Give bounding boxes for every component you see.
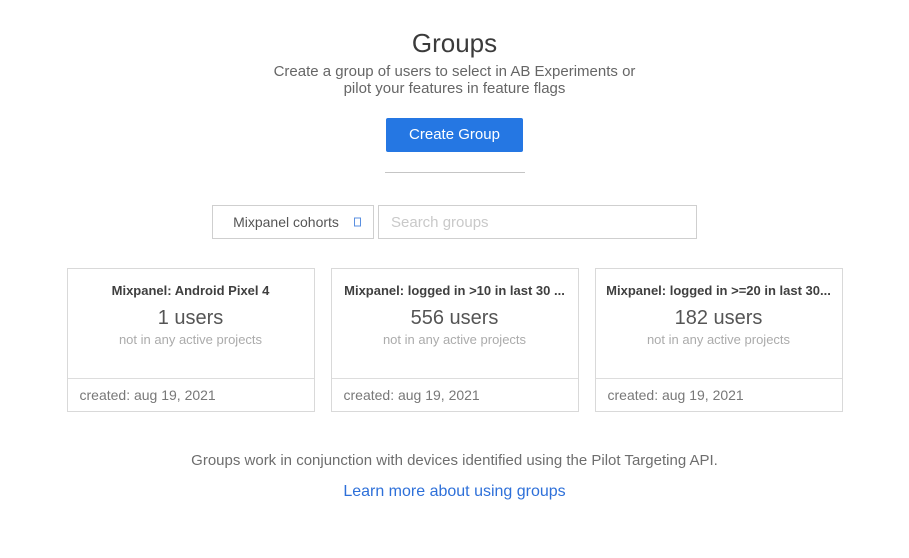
search-groups-input[interactable] [378, 205, 697, 239]
group-cards-row: Mixpanel: Android Pixel 4 1 users not in… [0, 268, 909, 412]
group-projects-status: not in any active projects [68, 332, 314, 348]
page-header: Groups Create a group of users to select… [0, 28, 909, 173]
group-card[interactable]: Mixpanel: logged in >=20 in last 30... 1… [595, 268, 843, 412]
page-subtitle-line1: Create a group of users to select in AB … [0, 63, 909, 80]
group-card-title: Mixpanel: Android Pixel 4 [68, 282, 314, 299]
filter-controls: Mixpanel cohorts [0, 205, 909, 239]
footer-info-text: Groups work in conjunction with devices … [0, 452, 909, 469]
group-card[interactable]: Mixpanel: Android Pixel 4 1 users not in… [67, 268, 315, 412]
learn-more-link[interactable]: Learn more about using groups [343, 483, 565, 500]
group-card-title: Mixpanel: logged in >=20 in last 30... [596, 282, 842, 299]
group-card-body: Mixpanel: logged in >10 in last 30 ... 5… [332, 269, 578, 378]
group-created-date: created: aug 19, 2021 [332, 378, 578, 411]
group-created-date: created: aug 19, 2021 [596, 378, 842, 411]
create-group-button-row: Create Group [0, 118, 909, 152]
create-group-button[interactable]: Create Group [386, 118, 523, 152]
header-divider [385, 172, 525, 173]
page-subtitle-line2: pilot your features in feature flags [0, 80, 909, 97]
group-projects-status: not in any active projects [596, 332, 842, 348]
group-card-body: Mixpanel: logged in >=20 in last 30... 1… [596, 269, 842, 378]
page-title: Groups [0, 28, 909, 59]
group-card-body: Mixpanel: Android Pixel 4 1 users not in… [68, 269, 314, 378]
dropdown-box-icon [354, 218, 361, 227]
cohort-source-dropdown[interactable]: Mixpanel cohorts [212, 205, 374, 239]
group-card[interactable]: Mixpanel: logged in >10 in last 30 ... 5… [331, 268, 579, 412]
footer-link-row: Learn more about using groups [0, 483, 909, 501]
group-projects-status: not in any active projects [332, 332, 578, 348]
page-subtitle: Create a group of users to select in AB … [0, 63, 909, 97]
group-user-count: 182 users [596, 307, 842, 330]
group-user-count: 556 users [332, 307, 578, 330]
group-created-date: created: aug 19, 2021 [68, 378, 314, 411]
group-user-count: 1 users [68, 307, 314, 330]
groups-page: Groups Create a group of users to select… [0, 0, 909, 501]
group-card-title: Mixpanel: logged in >10 in last 30 ... [332, 282, 578, 299]
cohort-source-dropdown-value: Mixpanel cohorts [233, 214, 353, 230]
